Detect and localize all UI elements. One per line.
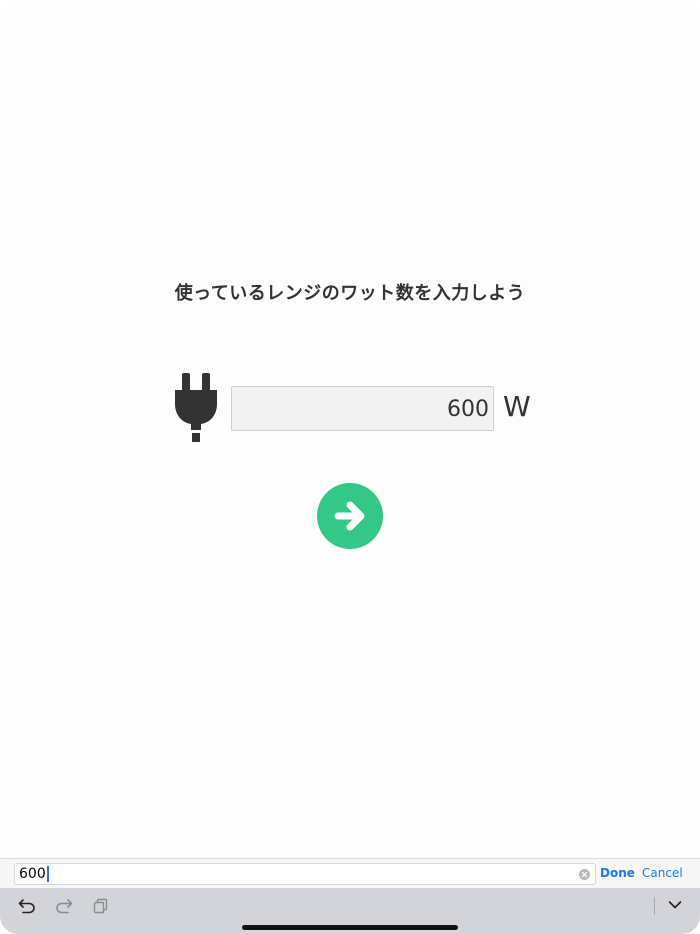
next-button[interactable] — [317, 483, 383, 549]
arrow-right-circle-icon — [334, 501, 365, 531]
accessory-input[interactable]: 600 — [14, 863, 596, 885]
unit-label: W — [503, 390, 531, 423]
done-button[interactable]: Done — [600, 866, 635, 880]
home-indicator[interactable] — [242, 925, 458, 930]
undo-icon[interactable] — [18, 898, 36, 914]
plug-icon — [175, 373, 217, 442]
app-screen: 使っているレンジのワット数を入力しよう 600 W 600 Done Cance… — [0, 0, 700, 934]
keyboard-accessory-bar: 600 Done Cancel — [0, 858, 700, 888]
cancel-button[interactable]: Cancel — [642, 866, 683, 880]
wattage-input[interactable]: 600 — [231, 386, 494, 431]
text-caret — [46, 866, 49, 882]
paste-icon[interactable] — [93, 898, 109, 914]
keyboard-dismiss-icon[interactable] — [668, 900, 682, 910]
redo-icon[interactable] — [55, 898, 73, 914]
page-title: 使っているレンジのワット数を入力しよう — [174, 283, 526, 304]
toolbar-divider — [654, 897, 655, 915]
clear-icon[interactable] — [579, 869, 590, 880]
accessory-input-value: 600 — [19, 866, 46, 882]
